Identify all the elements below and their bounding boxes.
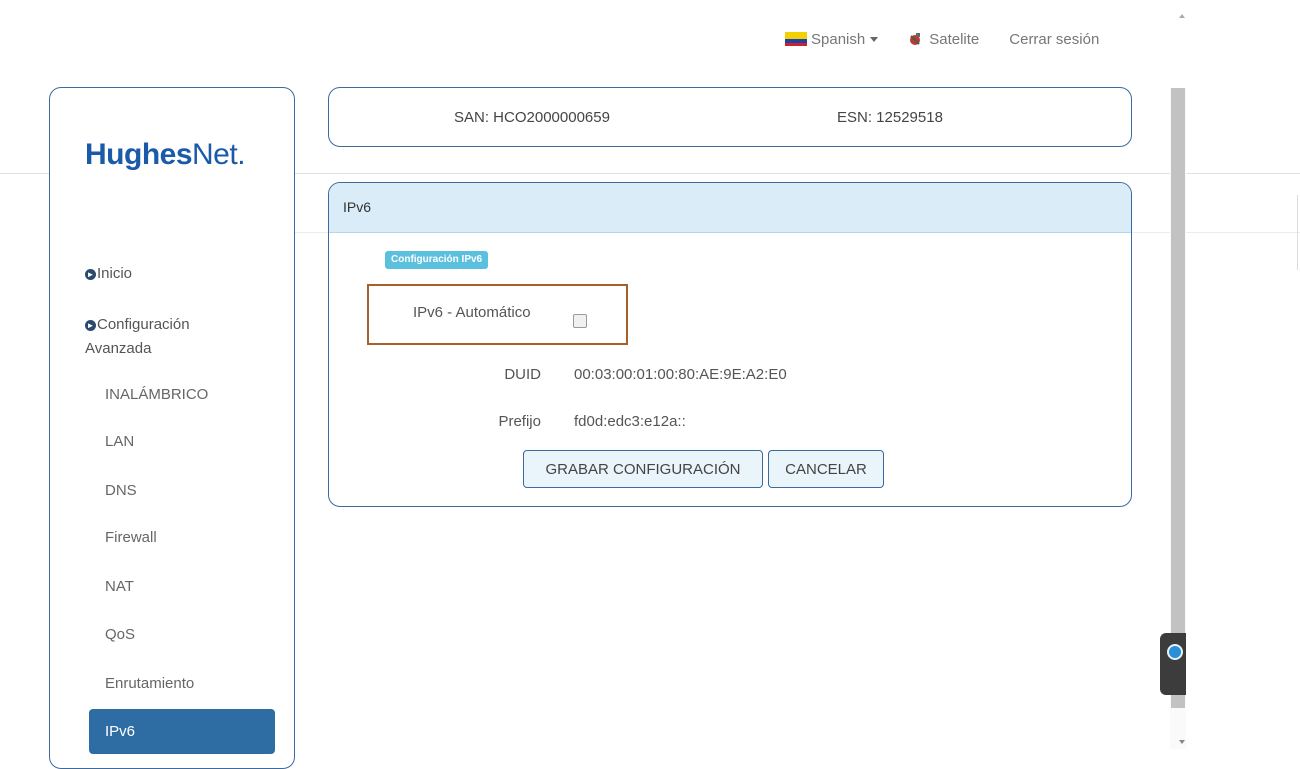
scroll-down-arrow-icon[interactable] [1179,740,1185,744]
ipv6-panel: IPv6 Configuración IPv6 IPv6 - Automátic… [328,182,1132,507]
section-label: Configuración IPv6 [385,251,489,269]
ipv6-auto-checkbox[interactable] [573,314,587,328]
hughesnet-logo: HughesNet. [85,138,246,171]
divider-line [1297,195,1298,270]
sidebar-item-ipv6[interactable]: IPv6 [89,709,275,754]
san-value: SAN: HCO2000000659 [454,109,610,126]
remote-support-icon [1167,644,1183,660]
language-label: Spanish [811,30,866,48]
sidebar-item-firewall[interactable]: Firewall [105,529,157,546]
chevron-down-icon [870,36,879,42]
remote-support-tab[interactable] [1160,633,1186,695]
chevron-right-icon: ► [85,268,96,280]
prefix-value: fd0d:edc3:e12a:: [574,413,686,430]
sidebar-item-lan[interactable]: LAN [105,433,134,450]
logout-link[interactable]: Cerrar sesión [1009,31,1099,48]
sidebar-item-nat[interactable]: NAT [105,578,134,595]
panel-title: IPv6 [343,199,372,215]
chevron-right-icon: ► [85,319,96,331]
sidebar-item-inicio[interactable]: ► Inicio [85,262,132,286]
top-bar: Spanish Satelite Cerrar sesión [785,28,1099,50]
esn-value: ESN: 12529518 [837,109,943,126]
save-config-button[interactable]: GRABAR CONFIGURACIÓN [523,450,763,488]
sidebar-item-advanced[interactable]: ► Configuración Avanzada [85,313,190,361]
sidebar-item-label: IPv6 [105,723,136,740]
cancel-button[interactable]: CANCELAR [768,450,884,488]
satellite-label: Satelite [929,30,980,48]
duid-label: DUID [504,366,541,383]
satellite-link[interactable]: Satelite [908,31,979,48]
colombia-flag-icon [785,32,807,46]
duid-value: 00:03:00:01:00:80:AE:9E:A2:E0 [574,366,787,383]
sidebar-item-dns[interactable]: DNS [105,482,137,499]
scroll-up-arrow-icon[interactable] [1179,14,1185,18]
sidebar: HughesNet. ► Inicio ► Configuración Avanza… [49,87,295,769]
language-dropdown[interactable]: Spanish [785,30,879,48]
sidebar-item-qos[interactable]: QoS [105,626,135,643]
device-info-panel: SAN: HCO2000000659 ESN: 12529518 [328,87,1132,147]
satellite-icon [910,33,921,45]
sidebar-item-enrutamiento[interactable]: Enrutamiento [105,675,194,692]
ipv6-auto-label: IPv6 - Automático [413,304,531,321]
panel-header: IPv6 [329,183,1131,233]
sidebar-item-inalambrico[interactable]: INALÁMBRICO [105,386,208,403]
scrollbar-thumb[interactable] [1171,88,1185,708]
prefix-label: Prefijo [498,413,541,430]
